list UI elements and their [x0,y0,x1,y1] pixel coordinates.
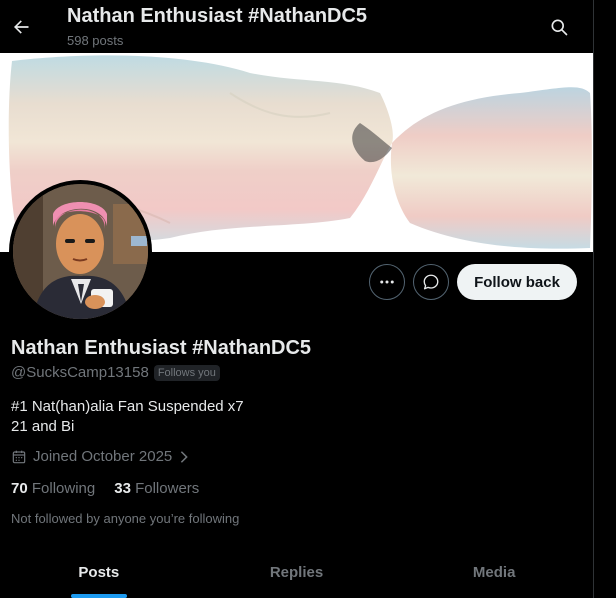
profile-header: Nathan Enthusiast #NathanDC5 598 posts [0,0,593,53]
chevron-right-icon [181,450,189,463]
profile-tabs: Posts Replies Media [0,545,593,598]
not-followed-text: Not followed by anyone you’re following [11,511,240,526]
followers-label: Followers [135,480,200,497]
search-icon [551,19,568,36]
following-label: Following [31,480,96,497]
tab-posts[interactable]: Posts [0,545,198,598]
tab-replies[interactable]: Replies [198,545,396,598]
ellipsis-icon [380,280,394,284]
back-button[interactable] [6,12,36,42]
following-count: 70 [11,480,28,497]
post-count: 598 posts [67,33,124,48]
tab-label: Posts [78,564,120,581]
search-button[interactable] [544,12,574,42]
bio-line: #1 Nat(han)alia Fan Suspended x7 [11,398,244,415]
avatar-image [13,184,148,319]
tab-label: Media [472,564,516,581]
follow-back-button[interactable]: Follow back [457,264,577,300]
chat-bubble-icon [423,274,439,290]
tab-media[interactable]: Media [395,545,593,598]
followers-count: 33 [114,480,131,497]
bio-line: 21 and Bi [11,418,75,435]
more-button[interactable] [369,264,405,300]
following-link[interactable]: 70 Following [11,480,95,497]
avatar[interactable] [9,180,152,323]
tab-label: Replies [269,564,324,581]
handle-row: @SucksCamp13158 Follows you [11,364,220,381]
message-button[interactable] [413,264,449,300]
joined-text: Joined October 2025 [33,448,173,465]
arrow-left-icon [14,20,29,34]
profile-bio: #1 Nat(han)alia Fan Suspended x7 21 and … [11,397,244,437]
follow-stats: 70 Following 33 Followers [11,480,199,497]
followers-link[interactable]: 33 Followers [114,480,199,497]
calendar-icon [12,450,26,463]
display-name: Nathan Enthusiast #NathanDC5 [11,337,312,359]
active-tab-indicator [70,594,127,598]
header-title: Nathan Enthusiast #NathanDC5 [67,5,368,27]
joined-date[interactable]: Joined October 2025 [11,448,190,465]
column-divider [593,0,594,598]
profile-column: Nathan Enthusiast #NathanDC5 598 posts F… [0,0,593,598]
follows-you-badge: Follows you [153,364,220,381]
user-handle: @SucksCamp13158 [11,364,149,381]
